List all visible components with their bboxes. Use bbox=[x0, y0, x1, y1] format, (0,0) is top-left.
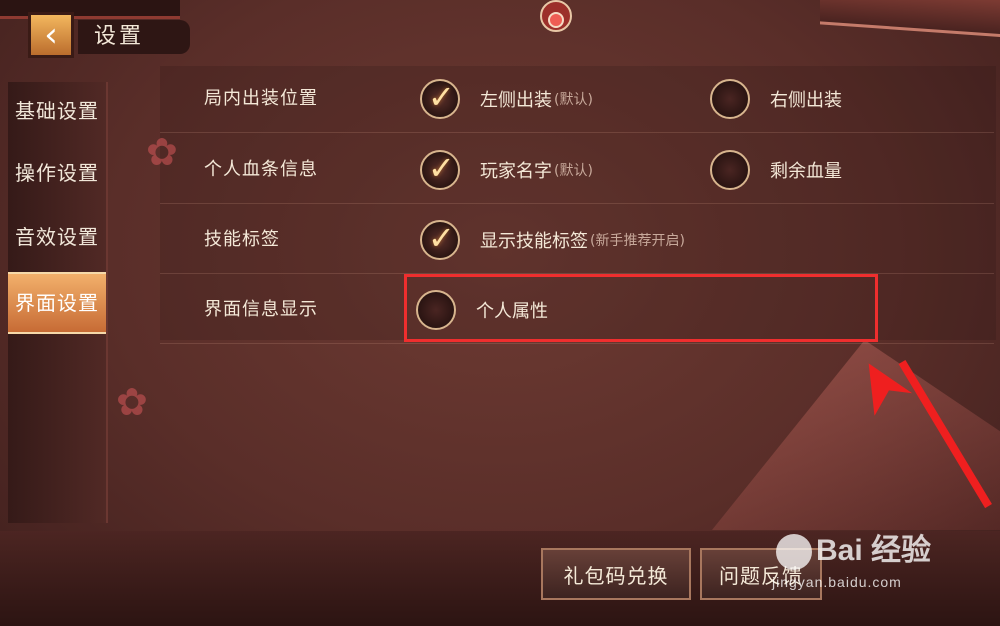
roof-left-decoration bbox=[0, 0, 180, 19]
watermark-main: Bai 经验 bbox=[816, 534, 932, 567]
row-label: 个人血条信息 bbox=[204, 159, 318, 180]
radio-option[interactable]: ✓ 玩家名字 (默认) bbox=[420, 149, 593, 190]
radio-icon[interactable] bbox=[710, 150, 750, 190]
back-button[interactable]: ‹ bbox=[28, 12, 74, 58]
sidebar-item-basic[interactable]: 基础设置 bbox=[8, 82, 106, 140]
radio-option[interactable]: ✓ 左侧出装 (默认) bbox=[420, 78, 593, 119]
checked-radio-icon[interactable]: ✓ bbox=[420, 219, 460, 260]
mountain-decoration bbox=[712, 340, 1000, 530]
option-label: 左侧出装 bbox=[480, 90, 552, 111]
sidebar-item-interface[interactable]: 界面设置 bbox=[8, 272, 106, 334]
option-label: 右侧出装 bbox=[770, 90, 842, 111]
paw-icon bbox=[776, 534, 812, 571]
option-note: (默认) bbox=[554, 163, 593, 179]
option-label: 剩余血量 bbox=[770, 161, 842, 182]
baidu-watermark: Bai 经验 jingyan.baidu.com bbox=[772, 525, 931, 590]
top-center-dot bbox=[548, 12, 564, 28]
sidebar-item-control[interactable]: 操作设置 bbox=[8, 144, 106, 202]
radio-option[interactable]: 右侧出装 bbox=[710, 79, 842, 119]
row-label: 技能标签 bbox=[204, 229, 280, 250]
check-icon: ✓ bbox=[428, 149, 455, 187]
setting-row: 技能标签 ✓ 显示技能标签 (新手推荐开启) bbox=[160, 207, 994, 274]
highlight-box bbox=[404, 274, 878, 342]
setting-row: 个人血条信息 ✓ 玩家名字 (默认) 剩余血量 bbox=[160, 137, 994, 204]
check-icon: ✓ bbox=[428, 219, 455, 257]
settings-sidebar: 基础设置 操作设置 音效设置 界面设置 bbox=[8, 82, 108, 523]
option-note: (新手推荐开启) bbox=[590, 233, 685, 249]
decorative-flower-icon: ✿ bbox=[116, 380, 148, 424]
option-label: 显示技能标签 bbox=[480, 231, 588, 252]
setting-row: 局内出装位置 ✓ 左侧出装 (默认) 右侧出装 bbox=[160, 66, 994, 133]
row-label: 界面信息显示 bbox=[204, 299, 318, 320]
check-icon: ✓ bbox=[428, 78, 455, 116]
gift-code-button[interactable]: 礼包码兑换 bbox=[541, 548, 691, 600]
option-note: (默认) bbox=[554, 92, 593, 108]
radio-option[interactable]: 剩余血量 bbox=[710, 150, 842, 190]
page-title: 设置 bbox=[94, 24, 145, 49]
row-label: 局内出装位置 bbox=[204, 88, 318, 109]
checked-radio-icon[interactable]: ✓ bbox=[420, 149, 460, 190]
option-label: 玩家名字 bbox=[480, 161, 552, 182]
roof-right-decoration bbox=[820, 0, 1000, 37]
checked-radio-icon[interactable]: ✓ bbox=[420, 78, 460, 119]
top-bar: ‹ 设置 bbox=[0, 0, 1000, 58]
chevron-left-icon: ‹ bbox=[44, 15, 58, 55]
watermark-url: jingyan.baidu.com bbox=[772, 574, 902, 591]
sidebar-item-audio[interactable]: 音效设置 bbox=[8, 208, 106, 266]
radio-icon[interactable] bbox=[710, 79, 750, 119]
radio-option[interactable]: ✓ 显示技能标签 (新手推荐开启) bbox=[420, 219, 685, 260]
